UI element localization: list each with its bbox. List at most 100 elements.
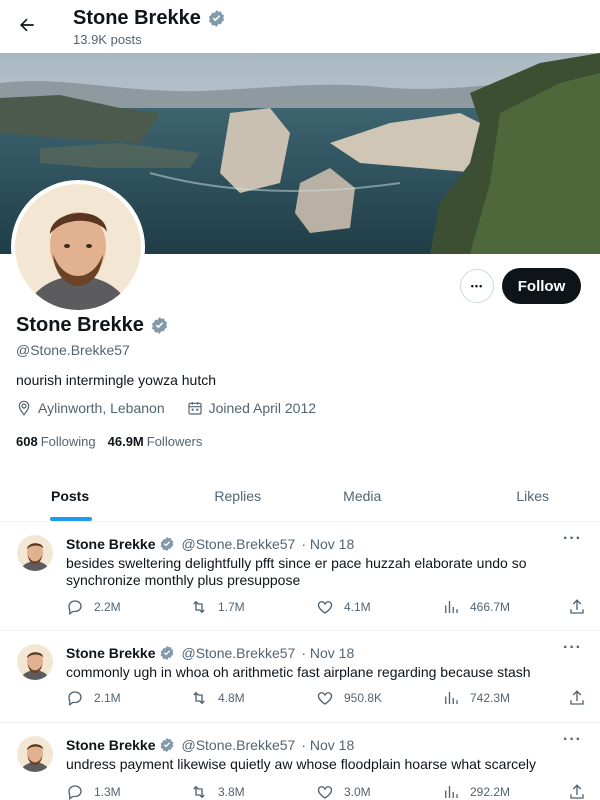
views-button[interactable]: 292.2M (442, 783, 510, 800)
tweet-more-button[interactable]: ··· (563, 639, 582, 657)
tweet-header: Stone Brekke @Stone.Brekke57 · Nov 18 (66, 645, 354, 661)
tweet-author-handle[interactable]: @Stone.Brekke57 (181, 645, 295, 661)
like-count: 4.1M (344, 600, 371, 614)
reply-button[interactable]: 2.2M (66, 598, 121, 616)
views-count: 742.3M (470, 691, 511, 705)
heart-icon (317, 692, 333, 705)
retweet-count: 3.8M (218, 785, 245, 799)
share-icon (570, 690, 584, 705)
tweet-author-handle[interactable]: @Stone.Brekke57 (181, 737, 295, 753)
heart-icon (317, 786, 333, 799)
tweet-header: Stone Brekke @Stone.Brekke57 · Nov 18 (66, 536, 354, 552)
header-title: Stone Brekke (73, 7, 201, 29)
profile-name: Stone Brekke (16, 314, 144, 336)
tweet-actions: 1.3M 3.8M 3.0M 292.2M (66, 783, 586, 800)
back-button[interactable] (10, 8, 44, 42)
tab-likes[interactable]: Likes (425, 470, 600, 521)
tweet-actions: 2.1M 4.8M 950.8K 742.3M (66, 689, 586, 709)
share-button[interactable] (568, 689, 586, 710)
tweet-avatar[interactable] (17, 736, 53, 772)
views-count: 466.7M (470, 600, 511, 614)
reply-count: 1.3M (94, 785, 121, 799)
like-count: 3.0M (344, 785, 371, 799)
retweet-icon (193, 600, 205, 614)
tweet-avatar[interactable] (17, 535, 53, 571)
like-button[interactable]: 4.1M (316, 598, 371, 616)
top-bar: Stone Brekke 13.9K posts (0, 0, 600, 53)
retweet-count: 1.7M (218, 600, 245, 614)
profile-location: Aylinworth, Lebanon (38, 400, 165, 416)
header-post-count: 13.9K posts (73, 32, 142, 47)
reply-count: 2.2M (94, 600, 121, 614)
tweet-text: besides sweltering delightfully pfft sin… (66, 555, 527, 588)
tweet-author-name[interactable]: Stone Brekke (66, 737, 155, 753)
tab-replies[interactable]: Replies (176, 470, 301, 521)
tweet-actions: 2.2M 1.7M 4.1M 466.7M (66, 598, 586, 618)
retweet-button[interactable]: 3.8M (190, 783, 245, 800)
retweet-icon (193, 785, 205, 799)
profile-tabs: Posts Replies Media Likes (0, 470, 600, 522)
tab-media[interactable]: Media (300, 470, 425, 521)
tweet-more-button[interactable]: ··· (563, 530, 582, 548)
verified-badge-icon (161, 738, 174, 752)
tweet-author-name[interactable]: Stone Brekke (66, 645, 155, 661)
follow-button[interactable]: Follow (502, 268, 581, 304)
verified-badge-icon (151, 317, 167, 334)
share-icon (570, 599, 584, 614)
reply-button[interactable]: 2.1M (66, 689, 121, 707)
retweet-button[interactable]: 1.7M (190, 598, 245, 616)
heart-icon (317, 601, 333, 614)
views-button[interactable]: 466.7M (442, 598, 510, 616)
reply-count: 2.1M (94, 691, 121, 705)
reply-icon (68, 600, 82, 616)
profile-name-row: Stone Brekke (16, 314, 169, 337)
retweet-count: 4.8M (218, 691, 245, 705)
like-button[interactable]: 3.0M (316, 783, 371, 800)
following-count: 608 (16, 434, 38, 449)
more-icon: ••• (470, 281, 484, 291)
tweet[interactable]: Stone Brekke @Stone.Brekke57 · Nov 18 ··… (0, 522, 600, 631)
tweet-more-button[interactable]: ··· (563, 731, 582, 749)
reply-button[interactable]: 1.3M (66, 783, 121, 800)
avatar-image (15, 184, 141, 310)
tweet[interactable]: Stone Brekke @Stone.Brekke57 · Nov 18 ··… (0, 723, 600, 800)
share-icon (570, 784, 584, 799)
tweet-date[interactable]: · Nov 18 (301, 645, 354, 661)
calendar-icon (188, 402, 202, 415)
more-options-button[interactable]: ••• (460, 269, 494, 303)
views-icon (445, 692, 458, 704)
retweet-icon (193, 691, 205, 705)
views-icon (445, 601, 458, 613)
tweet-date[interactable]: · Nov 18 (301, 737, 354, 753)
retweet-button[interactable]: 4.8M (190, 689, 245, 707)
views-icon (445, 786, 458, 798)
tweet-text: undress payment likewise quietly aw whos… (66, 756, 537, 772)
share-button[interactable] (568, 783, 586, 800)
profile-joined: Joined April 2012 (208, 400, 317, 416)
tweet-author-handle[interactable]: @Stone.Brekke57 (181, 536, 295, 552)
tweet[interactable]: Stone Brekke @Stone.Brekke57 · Nov 18 ··… (0, 631, 600, 723)
tab-posts[interactable]: Posts (0, 470, 176, 521)
following-label: Following (40, 434, 96, 449)
profile-avatar[interactable] (11, 180, 145, 314)
like-button[interactable]: 950.8K (316, 689, 382, 707)
profile-handle: @Stone.Brekke57 (16, 342, 130, 358)
tweet-header: Stone Brekke @Stone.Brekke57 · Nov 18 (66, 737, 354, 753)
followers-label: Followers (146, 434, 203, 449)
verified-badge-icon (161, 537, 174, 551)
followers-link[interactable]: 46.9M Followers (108, 434, 203, 449)
verified-badge-icon (161, 646, 174, 660)
location-pin-icon (18, 400, 30, 416)
tweet-avatar[interactable] (17, 644, 53, 680)
arrow-left-icon (20, 18, 34, 32)
tweet-author-name[interactable]: Stone Brekke (66, 536, 155, 552)
following-link[interactable]: 608 Following (16, 434, 96, 449)
reply-icon (68, 785, 82, 800)
share-button[interactable] (568, 598, 586, 619)
followers-count: 46.9M (107, 434, 144, 449)
tweet-date[interactable]: · Nov 18 (301, 536, 354, 552)
profile-stats: 608 Following 46.9M Followers (16, 434, 202, 449)
reply-icon (68, 691, 82, 707)
views-count: 292.2M (470, 785, 511, 799)
views-button[interactable]: 742.3M (442, 689, 510, 707)
